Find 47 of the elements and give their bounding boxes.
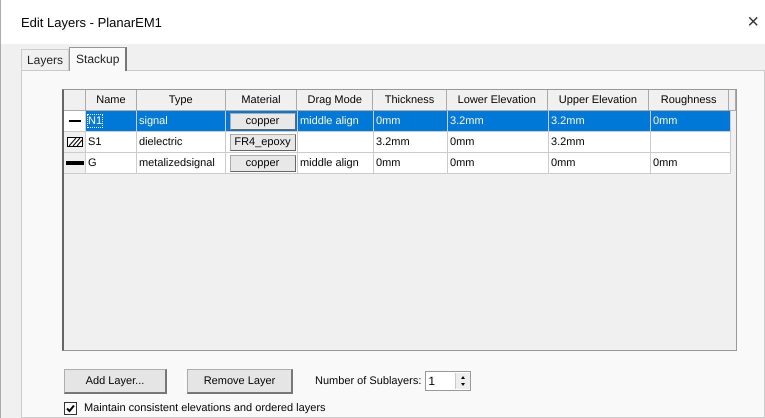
table-cell: 3.2mm bbox=[549, 111, 651, 132]
table-row[interactable]: N1 signal copper middle align 0mm 3.2mm 3.2mm 0mm bbox=[64, 111, 736, 132]
table-cell: 3.2mm bbox=[374, 132, 448, 153]
column-header: Upper Elevation bbox=[548, 90, 650, 111]
table-row[interactable]: S1 dielectric FR4_epoxy 3.2mm 0mm 3.2mm bbox=[64, 132, 736, 153]
dialog-button[interactable]: Add Layer... bbox=[64, 368, 167, 394]
tab[interactable]: Layers bbox=[21, 49, 70, 70]
column-header: Material bbox=[226, 90, 298, 111]
material-button[interactable]: copper bbox=[230, 154, 296, 172]
table-cell: 3.2mm bbox=[448, 111, 549, 132]
material-button[interactable]: copper bbox=[230, 112, 296, 130]
column-header: Type bbox=[136, 90, 226, 111]
dialog-button[interactable]: Remove Layer bbox=[187, 368, 293, 394]
table-cell: 0mm bbox=[374, 153, 448, 174]
checkbox[interactable] bbox=[64, 402, 77, 414]
checkbox-label: Maintain consistent elevations and ordered layers bbox=[84, 402, 326, 414]
table-cell: G bbox=[86, 153, 137, 174]
table-cell: 0mm bbox=[374, 111, 448, 132]
table-cell: dielectric bbox=[137, 132, 226, 153]
table-cell: S1 bbox=[86, 132, 137, 153]
table-row[interactable]: G metalizedsignal copper middle align 0mm 0mm 0mm 0mm bbox=[64, 153, 736, 174]
row-header[interactable] bbox=[64, 132, 86, 153]
table-cell: 0mm bbox=[448, 153, 549, 174]
column-header: Name bbox=[86, 90, 137, 111]
table-cell: metalizedsignal bbox=[137, 153, 226, 174]
table-cell: middle align bbox=[298, 111, 374, 132]
column-header: Lower Elevation bbox=[446, 90, 548, 111]
close-button[interactable]: × bbox=[747, 10, 759, 34]
tab[interactable]: Stackup bbox=[69, 47, 128, 71]
sublayers-spinner[interactable]: 1 bbox=[425, 371, 472, 391]
table-cell: signal bbox=[137, 111, 226, 132]
table-cell: 0mm bbox=[448, 132, 549, 153]
table-cell: middle align bbox=[298, 153, 374, 174]
column-header: Thickness bbox=[373, 90, 447, 111]
row-header[interactable] bbox=[64, 111, 86, 132]
table-cell: 0mm bbox=[549, 153, 651, 174]
column-header: Roughness bbox=[649, 90, 729, 111]
table-cell: N1 bbox=[86, 111, 137, 132]
hatched-layer-icon bbox=[66, 137, 82, 147]
sublayers-label: Number of Sublayers: bbox=[315, 375, 422, 387]
table-cell: 3.2mm bbox=[549, 132, 651, 153]
column-header: Drag Mode bbox=[297, 90, 374, 111]
window-title: Edit Layers - PlanarEM1 bbox=[21, 14, 162, 30]
material-button[interactable]: FR4_epoxy bbox=[230, 134, 296, 150]
row-header[interactable] bbox=[64, 153, 86, 174]
table-cell: 0mm bbox=[651, 153, 731, 174]
table-cell: 0mm bbox=[651, 111, 731, 132]
